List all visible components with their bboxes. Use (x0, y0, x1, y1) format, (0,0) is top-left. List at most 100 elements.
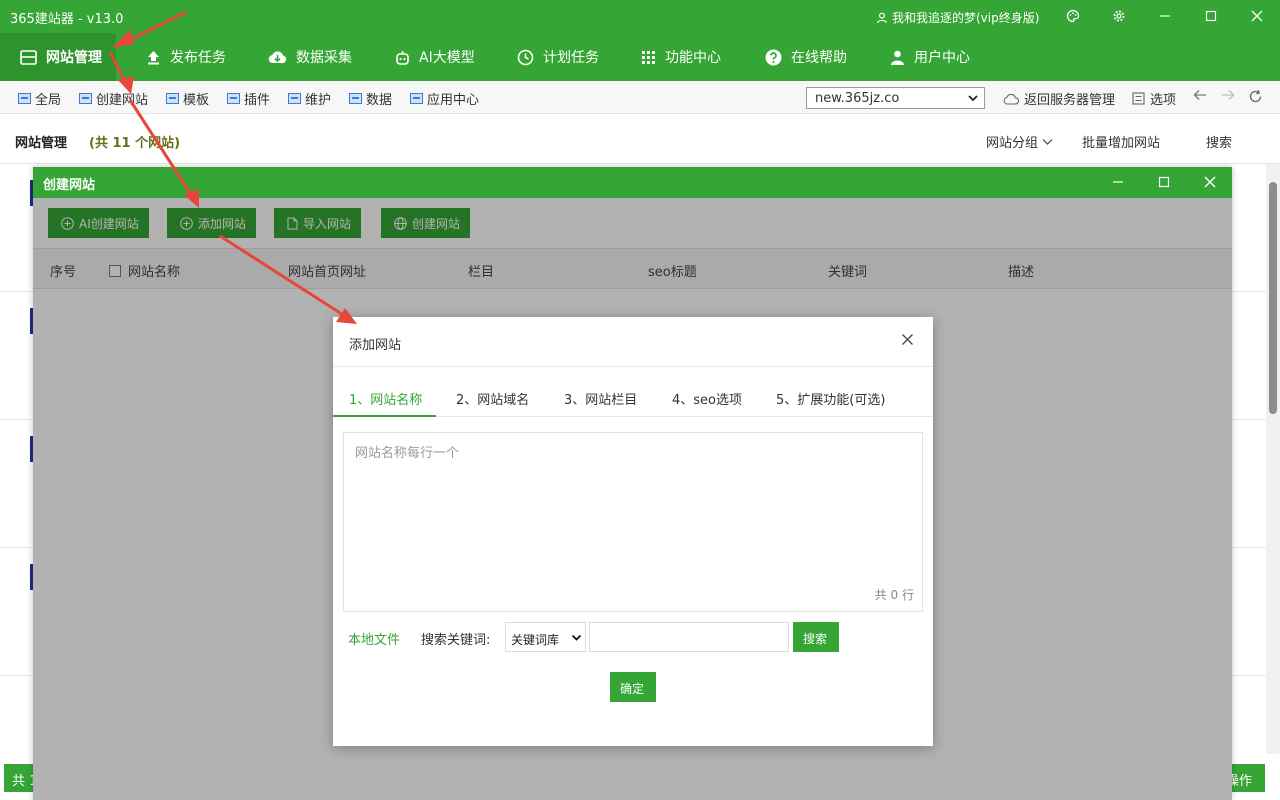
nav-scheduled-task[interactable]: 计划任务 (517, 33, 599, 81)
cloud-icon (1003, 93, 1019, 105)
window-minimize-button[interactable] (1108, 172, 1128, 192)
maximize-button[interactable] (1201, 6, 1221, 26)
nav-site-management[interactable]: 网站管理 (0, 33, 116, 81)
site-names-textarea[interactable]: 网站名称每行一个 共 0 行 (343, 432, 923, 612)
back-button[interactable] (1193, 89, 1207, 101)
confirm-button[interactable]: 确定 (610, 672, 656, 702)
refresh-button[interactable] (1248, 89, 1263, 104)
toolbar-label: 数据 (366, 93, 393, 108)
toolbar-label: 全局 (35, 93, 62, 108)
tab-site-domain[interactable]: 2、网站域名 (456, 367, 529, 417)
forward-button[interactable] (1221, 89, 1235, 101)
maximize-icon (1158, 176, 1170, 188)
app-title: 365建站器 - v13.0 (10, 12, 124, 27)
toolbar-label: 插件 (244, 93, 271, 108)
create-site-window-titlebar: 创建网站 (33, 167, 1232, 198)
dialog-header: 添加网站 (333, 317, 933, 367)
toolbar-app-center[interactable]: 应用中心 (410, 89, 479, 108)
site-group-dropdown[interactable]: 网站分组 (986, 132, 1053, 151)
toolbar-template[interactable]: 模板 (166, 89, 209, 108)
window-maximize-button[interactable] (1154, 172, 1174, 192)
add-site-dialog: 添加网站 1、网站名称 2、网站域名 3、网站栏目 4、seo选项 5、扩展功能… (333, 317, 933, 746)
site-group-label: 网站分组 (986, 136, 1039, 151)
nav-ai-model[interactable]: AI大模型 (395, 33, 475, 81)
dialog-close-button[interactable] (901, 333, 914, 350)
line-count: 共 0 行 (874, 588, 914, 602)
user-account[interactable]: 我和我追逐的梦(vip终身版) (876, 9, 1039, 26)
toolbar-global[interactable]: 全局 (18, 89, 61, 108)
nav-online-help[interactable]: 在线帮助 (765, 33, 847, 81)
toolbar-window-icon (166, 93, 179, 104)
options-label: 选项 (1150, 93, 1177, 108)
settings-button[interactable] (1109, 6, 1129, 26)
options-button[interactable]: 选项 (1132, 89, 1176, 108)
toolbar-window-icon (18, 93, 31, 104)
toolbar-window-icon (349, 93, 362, 104)
tab-site-category[interactable]: 3、网站栏目 (564, 367, 637, 417)
nav-publish-task[interactable]: 发布任务 (146, 33, 226, 81)
page-scrollbar[interactable] (1266, 164, 1280, 754)
toolbar-maintain[interactable]: 维护 (288, 89, 331, 108)
batch-add-button[interactable]: 批量增加网站 (1082, 132, 1160, 151)
tab-seo-options[interactable]: 4、seo选项 (672, 367, 742, 417)
dialog-title: 添加网站 (349, 338, 402, 353)
scrollbar-thumb[interactable] (1269, 182, 1277, 414)
keyword-search-row: 本地文件 搜索关键词: 关键词库 搜索 (333, 622, 933, 652)
cloud-download-icon (268, 51, 287, 64)
nav-function-center[interactable]: 功能中心 (641, 33, 721, 81)
toolbar-window-icon (410, 93, 423, 104)
minimize-icon (1160, 15, 1170, 17)
close-icon (1204, 176, 1216, 188)
site-select-value: new.365jz.co (815, 90, 900, 106)
user-icon (876, 12, 888, 23)
arrow-left-icon (1193, 90, 1206, 100)
robot-icon (396, 50, 409, 65)
keyword-search-button[interactable]: 搜索 (793, 622, 839, 652)
toolbar-window-icon (288, 93, 301, 104)
close-icon (902, 334, 913, 345)
close-button[interactable] (1247, 6, 1267, 26)
nav-data-collect[interactable]: 数据采集 (268, 33, 352, 81)
palette-icon (1066, 9, 1080, 23)
window-close-button[interactable] (1200, 172, 1220, 192)
local-file-link[interactable]: 本地文件 (348, 629, 400, 648)
toolbar-label: 应用中心 (427, 93, 480, 108)
nav-user-center[interactable]: 用户中心 (890, 33, 970, 81)
back-to-server-button[interactable]: 返回服务器管理 (1003, 89, 1115, 108)
skin-button[interactable] (1063, 6, 1083, 26)
toolbar-plugin[interactable]: 插件 (227, 89, 270, 108)
nav-label: 用户中心 (914, 50, 970, 66)
toolbar-window-icon (79, 93, 92, 104)
keyword-source-value: 关键词库 (511, 633, 560, 647)
grid-icon (642, 50, 655, 64)
textarea-placeholder: 网站名称每行一个 (355, 446, 460, 461)
site-count: (共 11 个网站) (89, 136, 181, 151)
keyword-source-select[interactable]: 关键词库 (505, 622, 586, 652)
arrow-right-icon (1222, 90, 1235, 100)
main-nav: 网站管理 发布任务 数据采集 AI大模型 计划任务 功能中心 在线帮助 用户中心 (0, 33, 1280, 81)
create-site-window-title: 创建网站 (43, 178, 96, 193)
keyword-input[interactable] (589, 622, 789, 652)
minimize-button[interactable] (1155, 6, 1175, 26)
keyword-search-label: 搜索关键词: (421, 633, 491, 648)
maximize-icon (1205, 10, 1217, 22)
chevron-down-icon (1042, 138, 1053, 145)
site-select[interactable]: new.365jz.co (806, 87, 985, 109)
nav-label: 网站管理 (46, 50, 102, 66)
window-icon (20, 49, 37, 65)
options-icon (1132, 92, 1145, 105)
page-search-button[interactable]: 搜索 (1206, 132, 1232, 151)
toolbar-create-site[interactable]: 创建网站 (79, 89, 148, 108)
tab-site-name[interactable]: 1、网站名称 (333, 367, 437, 417)
tab-extensions[interactable]: 5、扩展功能(可选) (776, 367, 885, 417)
nav-label: 功能中心 (665, 50, 721, 66)
toolbar-label: 模板 (183, 93, 210, 108)
nav-label: 发布任务 (170, 50, 226, 66)
clock-icon (517, 49, 534, 65)
help-icon (765, 49, 782, 65)
nav-label: 在线帮助 (791, 50, 847, 66)
gear-icon (1113, 10, 1125, 22)
refresh-icon (1249, 89, 1262, 103)
toolbar-data[interactable]: 数据 (349, 89, 392, 108)
upload-icon (148, 50, 159, 64)
